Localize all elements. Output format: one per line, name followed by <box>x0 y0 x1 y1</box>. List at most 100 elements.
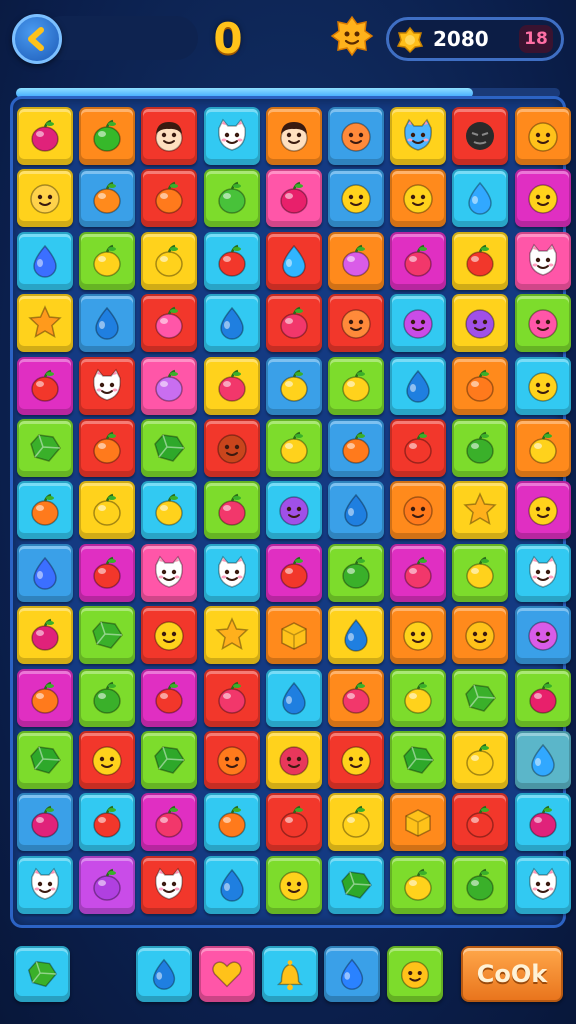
board-tile[interactable] <box>79 668 136 727</box>
board-tile[interactable] <box>79 481 136 540</box>
board-tile[interactable] <box>514 169 571 228</box>
board-tile[interactable] <box>452 543 509 602</box>
board-tile[interactable] <box>141 731 198 789</box>
board-tile[interactable] <box>141 419 198 477</box>
board-tile[interactable] <box>390 169 447 228</box>
board-tile[interactable] <box>452 356 509 415</box>
board-tile[interactable] <box>17 356 73 415</box>
board-tile[interactable] <box>203 107 260 165</box>
board-tile[interactable] <box>141 668 198 727</box>
board-tile[interactable] <box>141 543 198 602</box>
board-tile[interactable] <box>203 169 260 228</box>
board-tile[interactable] <box>265 419 322 477</box>
board-tile[interactable] <box>390 294 447 353</box>
board-tile[interactable] <box>79 793 136 852</box>
board-tile[interactable] <box>141 855 198 914</box>
board-tile[interactable] <box>265 731 322 789</box>
coin-balance[interactable]: 2080 18 <box>386 17 564 61</box>
board-tile[interactable] <box>514 606 571 665</box>
board-tile[interactable] <box>390 481 447 540</box>
board-tile[interactable] <box>79 356 136 415</box>
board-tile[interactable] <box>452 731 509 789</box>
board-tile[interactable] <box>265 606 322 665</box>
board-tile[interactable] <box>390 855 447 914</box>
board-tile[interactable] <box>328 793 384 852</box>
board-tile[interactable] <box>265 855 322 914</box>
board-tile[interactable] <box>141 294 198 353</box>
board-tile[interactable] <box>390 668 447 727</box>
board-tile[interactable] <box>79 169 136 228</box>
board-tile[interactable] <box>79 855 136 914</box>
board-tile[interactable] <box>390 419 447 477</box>
booster-button[interactable] <box>262 946 318 1002</box>
board-tile[interactable] <box>79 543 136 602</box>
board-tile[interactable] <box>17 107 73 165</box>
board-tile[interactable] <box>17 481 73 540</box>
board-tile[interactable] <box>79 731 136 789</box>
board-tile[interactable] <box>265 294 322 353</box>
board-tile[interactable] <box>265 668 322 727</box>
board-tile[interactable] <box>328 668 384 727</box>
booster-button[interactable] <box>14 946 70 1002</box>
board-tile[interactable] <box>452 668 509 727</box>
board-tile[interactable] <box>452 481 509 540</box>
board-tile[interactable] <box>452 169 509 228</box>
board-tile[interactable] <box>141 481 198 540</box>
board-tile[interactable] <box>141 231 198 290</box>
board-tile[interactable] <box>17 731 73 789</box>
board-tile[interactable] <box>141 606 198 665</box>
board-tile[interactable] <box>328 731 384 789</box>
board-tile[interactable] <box>514 294 571 353</box>
board-tile[interactable] <box>328 543 384 602</box>
board-tile[interactable] <box>452 793 509 852</box>
board-tile[interactable] <box>452 294 509 353</box>
board-tile[interactable] <box>390 543 447 602</box>
board-tile[interactable] <box>390 606 447 665</box>
board-tile[interactable] <box>452 606 509 665</box>
board-tile[interactable] <box>514 793 571 852</box>
board-tile[interactable] <box>79 606 136 665</box>
board-tile[interactable] <box>17 169 73 228</box>
board-tile[interactable] <box>203 731 260 789</box>
board-tile[interactable] <box>203 606 260 665</box>
board-tile[interactable] <box>514 668 571 727</box>
board-tile[interactable] <box>141 169 198 228</box>
action-button[interactable]: CoOk <box>461 946 563 1002</box>
board-tile[interactable] <box>328 481 384 540</box>
board-tile[interactable] <box>265 231 322 290</box>
board-tile[interactable] <box>514 481 571 540</box>
booster-button[interactable] <box>324 946 380 1002</box>
board-tile[interactable] <box>17 793 73 852</box>
board-tile[interactable] <box>452 855 509 914</box>
booster-button[interactable] <box>199 946 255 1002</box>
board-tile[interactable] <box>203 419 260 477</box>
board-tile[interactable] <box>328 606 384 665</box>
board-tile[interactable] <box>390 356 447 415</box>
board-tile[interactable] <box>390 731 447 789</box>
board-tile[interactable] <box>328 107 384 165</box>
board-tile[interactable] <box>390 107 447 165</box>
board-tile[interactable] <box>203 294 260 353</box>
board-tile[interactable] <box>203 793 260 852</box>
board-tile[interactable] <box>17 855 73 914</box>
board-tile[interactable] <box>452 107 509 165</box>
board-tile[interactable] <box>328 855 384 914</box>
board-tile[interactable] <box>203 668 260 727</box>
booster-button[interactable] <box>387 946 443 1002</box>
board-tile[interactable] <box>514 543 571 602</box>
board-tile[interactable] <box>265 107 322 165</box>
board-tile[interactable] <box>265 481 322 540</box>
board-tile[interactable] <box>390 231 447 290</box>
board-tile[interactable] <box>79 107 136 165</box>
board-tile[interactable] <box>265 543 322 602</box>
board-tile[interactable] <box>17 294 73 353</box>
board-tile[interactable] <box>17 668 73 727</box>
board-tile[interactable] <box>328 231 384 290</box>
board-tile[interactable] <box>141 793 198 852</box>
board-tile[interactable] <box>141 356 198 415</box>
board-tile[interactable] <box>265 356 322 415</box>
board-tile[interactable] <box>328 419 384 477</box>
board-tile[interactable] <box>203 356 260 415</box>
board-tile[interactable] <box>452 419 509 477</box>
board-tile[interactable] <box>265 793 322 852</box>
